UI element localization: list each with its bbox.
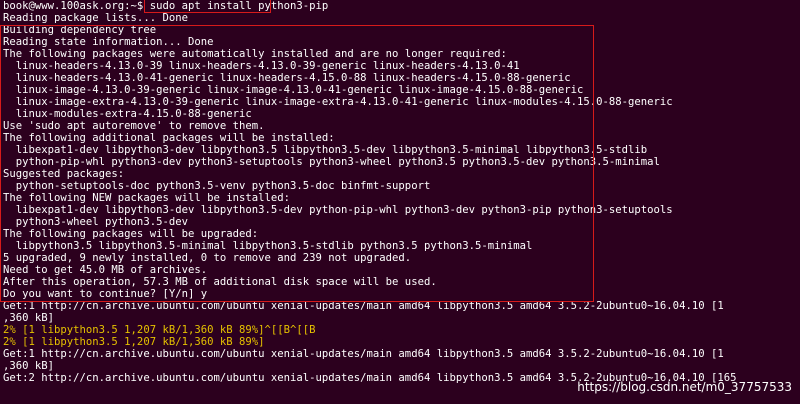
terminal-line: ,360 kB] xyxy=(3,312,55,324)
output-highlight-box xyxy=(0,25,594,302)
terminal-line: Get:1 http://cn.archive.ubuntu.com/ubunt… xyxy=(3,348,724,360)
download-progress-line: 2% [1 libpython3.5 1,207 kB/1,360 kB 89%… xyxy=(3,324,316,336)
terminal-prompt-line: book@www.100ask.org:~$ sudo apt install … xyxy=(3,0,329,12)
watermark-text: https://blog.csdn.net/m0_37757533 xyxy=(577,380,792,394)
command-highlight-box xyxy=(144,0,271,13)
terminal-line: Reading package lists... Done xyxy=(3,12,188,24)
terminal-line: ,360 kB] xyxy=(3,360,55,372)
terminal-window[interactable]: book@www.100ask.org:~$ sudo apt install … xyxy=(0,0,800,404)
download-progress-line: 2% [1 libpython3.5 1,207 kB/1,360 kB 89%… xyxy=(3,336,265,348)
